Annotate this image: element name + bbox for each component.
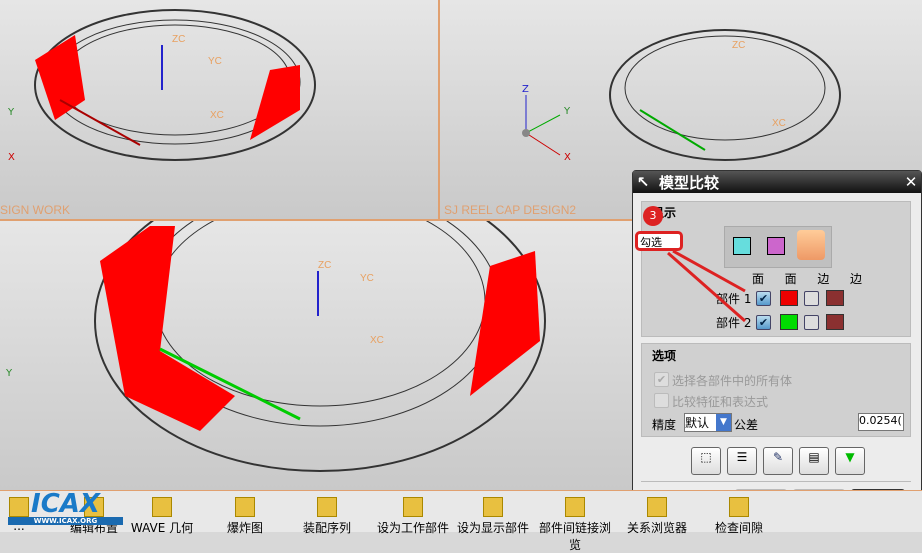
precision-select[interactable]: 默认 ▼ <box>684 413 732 432</box>
viewport-label: SIGN WORK <box>0 203 71 217</box>
compare-features-label: 比较特征和表达式 <box>672 395 769 409</box>
precision-label: 精度 <box>652 418 677 432</box>
annotation-arrows <box>667 249 746 323</box>
tolerance-input[interactable]: 0.0254( <box>858 413 904 431</box>
toolbar-item-set-work-part[interactable]: 设为工作部件 <box>374 491 452 536</box>
svg-text:XC: XC <box>210 110 224 121</box>
svg-text:YC: YC <box>208 56 222 67</box>
toolbar-item-wave-geometry[interactable]: WAVE 几何 <box>123 491 201 536</box>
viewport-label: SJ REEL CAP DESIGN2 <box>444 203 577 217</box>
expand-button[interactable]: ▼ <box>835 447 865 475</box>
precision-value: 默认 <box>685 416 710 430</box>
svg-text:Y: Y <box>7 107 15 118</box>
svg-text:X: X <box>8 152 15 163</box>
toolbar-item-check-clearance[interactable]: 检查间隙 <box>700 491 778 536</box>
svg-text:ZC: ZC <box>318 260 331 271</box>
report-button[interactable]: ▤ <box>799 447 829 475</box>
svg-text:XC: XC <box>370 335 384 346</box>
options-group-title: 选项 <box>652 349 677 363</box>
toolbar-item-relation-browser[interactable]: 关系浏览器 <box>618 491 696 536</box>
svg-text:Z: Z <box>522 84 529 95</box>
model-compare-dialog: ↖ 模型比较 ✕ 显示 面面边边 部件 1 ✔ 部件 2 ✔ 3 勾选 选项 ✔ 选… <box>632 170 922 512</box>
select-all-bodies-label: 选择各部件中的所有体 <box>672 374 793 388</box>
bottom-toolbar: ICAX WWW.ICAX.ORG ... 编辑布置 WAVE 几何 爆炸图 装… <box>0 490 922 552</box>
options-group: 选项 ✔ 选择各部件中的所有体 比较特征和表达式 精度 默认 ▼ 公差 0.025… <box>641 343 911 437</box>
svg-text:Y: Y <box>5 368 13 379</box>
svg-text:Y: Y <box>563 106 571 117</box>
chevron-down-icon: ▼ <box>716 414 731 431</box>
toolbar-item-exploded-view[interactable]: 爆炸图 <box>206 491 284 536</box>
svg-text:YC: YC <box>360 273 374 284</box>
toolbar-item-interpart-link-browser[interactable]: 部件间链接浏览 <box>536 491 614 553</box>
svg-text:ZC: ZC <box>732 40 745 51</box>
toolbar-item-set-display-part[interactable]: 设为显示部件 <box>454 491 532 536</box>
toolbar-item-assembly-sequence[interactable]: 装配序列 <box>288 491 366 536</box>
svg-text:XC: XC <box>772 118 786 129</box>
svg-text:X: X <box>564 152 571 163</box>
compare-features-checkbox[interactable] <box>654 393 669 408</box>
icax-logo: ICAX WWW.ICAX.ORG <box>8 491 123 525</box>
info-list-button[interactable]: ☰ <box>727 447 757 475</box>
svg-text:ZC: ZC <box>172 34 185 45</box>
select-all-bodies-checkbox[interactable]: ✔ <box>654 372 669 387</box>
highlight-button[interactable]: ✎ <box>763 447 793 475</box>
viewport-top-left[interactable]: ZC YC XC Y X SIGN WORK <box>0 0 438 219</box>
fit-view-button[interactable]: ⬚ <box>691 447 721 475</box>
tolerance-label: 公差 <box>734 418 759 432</box>
